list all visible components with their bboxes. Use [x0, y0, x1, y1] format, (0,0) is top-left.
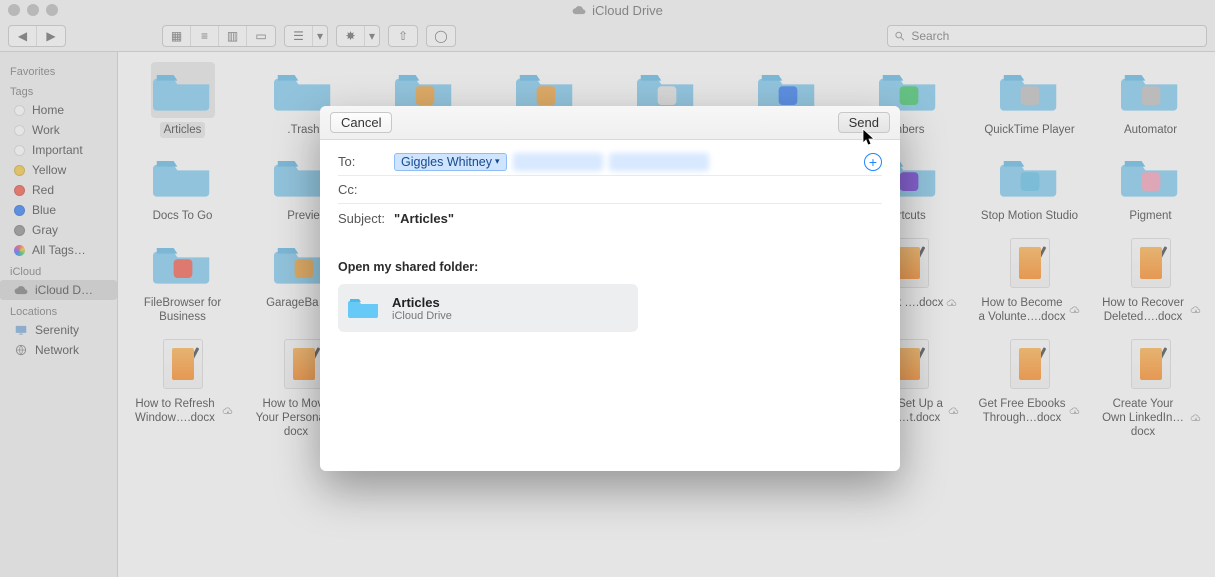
shared-folder-name: Articles [392, 295, 452, 310]
folder-icon [348, 295, 380, 321]
cc-label: Cc: [338, 182, 394, 197]
add-recipient-button[interactable]: + [864, 153, 882, 171]
subject-field[interactable]: "Articles" [394, 211, 882, 226]
shared-folder-location: iCloud Drive [392, 310, 452, 322]
shared-folder-heading: Open my shared folder: [338, 260, 882, 274]
recipient-token-redacted [513, 153, 603, 171]
cancel-button[interactable]: Cancel [330, 112, 392, 133]
subject-value: "Articles" [394, 211, 454, 226]
to-label: To: [338, 154, 394, 169]
recipient-token[interactable]: Giggles Whitney▾ [394, 153, 507, 171]
share-mail-sheet: Cancel Send To: Giggles Whitney▾ + Cc: S… [320, 106, 900, 471]
to-field[interactable]: Giggles Whitney▾ + [394, 153, 882, 171]
subject-label: Subject: [338, 211, 394, 226]
shared-folder-card[interactable]: Articles iCloud Drive [338, 284, 638, 332]
recipient-token-redacted [609, 153, 709, 171]
mouse-cursor [862, 128, 876, 146]
